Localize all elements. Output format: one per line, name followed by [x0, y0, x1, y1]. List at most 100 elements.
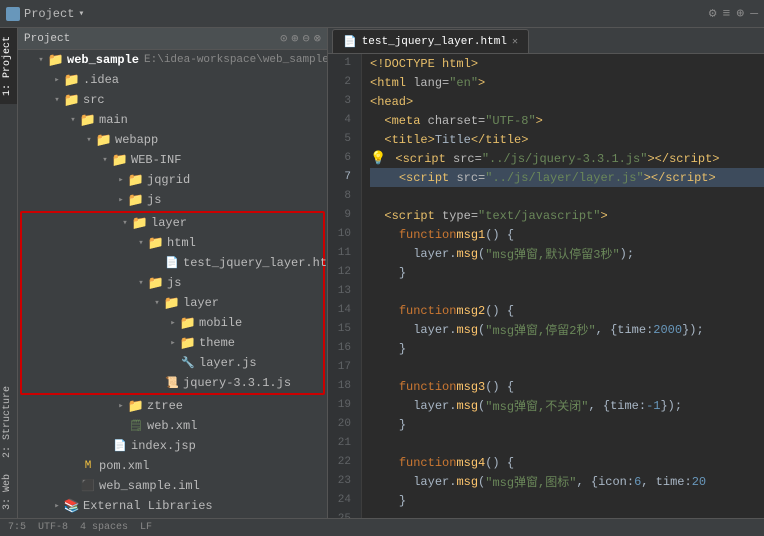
- code-line-8: [370, 187, 764, 206]
- label-ztree: ztree: [147, 399, 183, 413]
- code-line-16: }: [370, 339, 764, 358]
- tree-node-jqueryjs[interactable]: 📜 jquery-3.3.1.js: [22, 373, 323, 393]
- label-mobile: mobile: [199, 316, 242, 330]
- code-line-19: layer.msg("msg弹窗,不关闭", {time: -1});: [370, 396, 764, 415]
- code-line-17: [370, 358, 764, 377]
- folder-icon-html-folder: 📁: [148, 235, 164, 251]
- tree-content: 📁 web_sample E:\idea-workspace\web_sampl…: [18, 50, 327, 518]
- folder-icon-js-folder: 📁: [148, 275, 164, 291]
- tree-node-jqgrid[interactable]: 📁 jqgrid: [18, 170, 327, 190]
- folder-icon-layer-sub: 📁: [164, 295, 180, 311]
- vtab-web[interactable]: 3: Web: [0, 466, 17, 518]
- settings-icon[interactable]: ⚙: [709, 6, 717, 21]
- code-line-2: <html lang = "en" >: [370, 73, 764, 92]
- tree-node-webinf[interactable]: 📁 WEB-INF: [18, 150, 327, 170]
- title-text: Project: [24, 7, 74, 21]
- tree-node-main[interactable]: 📁 main: [18, 110, 327, 130]
- label-html-folder: html: [167, 236, 196, 250]
- folder-icon-web_sample: 📁: [48, 52, 64, 68]
- tree-node-test-html[interactable]: 📄 test_jquery_layer.html: [22, 253, 323, 273]
- code-line-25: [370, 510, 764, 518]
- editor-tab-active[interactable]: 📄 test_jquery_layer.html ✕: [332, 29, 529, 53]
- label-websampleiml: web_sample.iml: [99, 479, 200, 493]
- left-vtabs: 1: Project 2: Structure 3: Web: [0, 28, 18, 518]
- arrow-src: [50, 95, 64, 105]
- tree-node-websampleiml[interactable]: ⬛ web_sample.iml: [18, 476, 327, 496]
- code-line-13: [370, 282, 764, 301]
- editor-tab-bar: 📄 test_jquery_layer.html ✕: [328, 28, 764, 54]
- tree-toolbar: ⊙ ⊕ ⊖ ⊗: [280, 31, 321, 46]
- vtab-project[interactable]: 1: Project: [0, 28, 17, 104]
- label-theme: theme: [199, 336, 235, 350]
- code-line-5: <title>Title</title>: [370, 130, 764, 149]
- tree-node-html-folder[interactable]: 📁 html: [22, 233, 323, 253]
- hint-icon-6: 💡: [370, 151, 386, 166]
- tree-tool-4[interactable]: ⊗: [314, 31, 321, 46]
- label-jqgrid: jqgrid: [147, 173, 190, 187]
- tree-tool-2[interactable]: ⊕: [291, 31, 298, 46]
- code-line-3: <head>: [370, 92, 764, 111]
- tree-node-indexjsp[interactable]: 📄 index.jsp: [18, 436, 327, 456]
- tree-node-js-folder[interactable]: 📁 js: [22, 273, 323, 293]
- tree-node-idea[interactable]: 📁 .idea: [18, 70, 327, 90]
- folder-icon-jqgrid: 📁: [128, 172, 144, 188]
- tree-tool-3[interactable]: ⊖: [303, 31, 310, 46]
- arrow-mobile: [166, 318, 180, 328]
- code-lines[interactable]: <!DOCTYPE html> <html lang = "en" > <hea…: [362, 54, 764, 518]
- arrow-main: [66, 115, 80, 125]
- collapse-icon[interactable]: —: [750, 6, 758, 21]
- code-line-18: function msg3() {: [370, 377, 764, 396]
- label-webapp: webapp: [115, 133, 158, 147]
- label-src: src: [83, 93, 105, 107]
- tree-node-mobile[interactable]: 📁 mobile: [22, 313, 323, 333]
- menu-icon[interactable]: ≡: [723, 6, 731, 21]
- tree-node-webapp[interactable]: 📁 webapp: [18, 130, 327, 150]
- indent-indicator: 4 spaces: [80, 522, 128, 533]
- tree-node-layerjs[interactable]: 🔧 layer.js: [22, 353, 323, 373]
- tree-node-layer-sub[interactable]: 📁 layer: [22, 293, 323, 313]
- title-dropdown[interactable]: ▾: [78, 8, 84, 20]
- encoding-indicator: UTF-8: [38, 522, 68, 533]
- label-layer-main: layer: [151, 216, 187, 230]
- arrow-js-top: [114, 195, 128, 205]
- code-line-6: 💡 <script src="../js/jquery-3.3.1.js"></…: [370, 149, 764, 168]
- tree-node-js-top[interactable]: 📁 js: [18, 190, 327, 210]
- tree-tool-1[interactable]: ⊙: [280, 31, 287, 46]
- tree-node-src[interactable]: 📁 src: [18, 90, 327, 110]
- label-main: main: [99, 113, 128, 127]
- xml-file-icon: 🗒: [128, 418, 144, 434]
- code-editor: 📄 test_jquery_layer.html ✕ 1 2 3 4 5 6 7…: [328, 28, 764, 518]
- title-actions: ⚙ ≡ ⊕ —: [709, 6, 758, 21]
- vtab-structure[interactable]: 2: Structure: [0, 378, 17, 466]
- project-tree: Project ⊙ ⊕ ⊖ ⊗ 📁 web_sample E:\idea-wor…: [18, 28, 328, 518]
- code-line-9: <script type="text/javascript">: [370, 206, 764, 225]
- folder-icon-layer-main: 📁: [132, 215, 148, 231]
- line-col-indicator: 7:5: [8, 522, 26, 533]
- code-content-area[interactable]: 1 2 3 4 5 6 7 8 9 10 11 12 13 14 15 16 1: [328, 54, 764, 518]
- tab-close-icon[interactable]: ✕: [512, 36, 518, 48]
- code-line-23: layer.msg("msg弹窗,图标", {icon: 6, time: 20: [370, 472, 764, 491]
- arrow-web_sample: [34, 55, 48, 65]
- expand-icon[interactable]: ⊕: [736, 6, 744, 21]
- path-web_sample: E:\idea-workspace\web_sample: [144, 54, 327, 66]
- tree-node-webxml[interactable]: 🗒 web.xml: [18, 416, 327, 436]
- tree-node-extlibs[interactable]: 📚 External Libraries: [18, 496, 327, 516]
- tree-node-pomxml[interactable]: M pom.xml: [18, 456, 327, 476]
- code-line-24: }: [370, 491, 764, 510]
- highlighted-group: 📁 layer 📁 html 📄 test_jquery_layer.html: [20, 211, 325, 395]
- tree-node-theme[interactable]: 📁 theme: [22, 333, 323, 353]
- code-line-21: [370, 434, 764, 453]
- iml-file-icon: ⬛: [80, 478, 96, 494]
- arrow-idea: [50, 75, 64, 85]
- tree-node-ztree[interactable]: 📁 ztree: [18, 396, 327, 416]
- folder-icon-webinf: 📁: [112, 152, 128, 168]
- tree-node-layer-main[interactable]: 📁 layer: [22, 213, 323, 233]
- folder-icon-main: 📁: [80, 112, 96, 128]
- tree-header-label: Project: [24, 33, 70, 45]
- tree-node-web_sample[interactable]: 📁 web_sample E:\idea-workspace\web_sampl…: [18, 50, 327, 70]
- lf-indicator: LF: [140, 522, 152, 533]
- arrow-jqgrid: [114, 175, 128, 185]
- tab-label: test_jquery_layer.html: [362, 36, 507, 48]
- arrow-ztree: [114, 401, 128, 411]
- main-layout: 1: Project 2: Structure 3: Web Project ⊙…: [0, 28, 764, 518]
